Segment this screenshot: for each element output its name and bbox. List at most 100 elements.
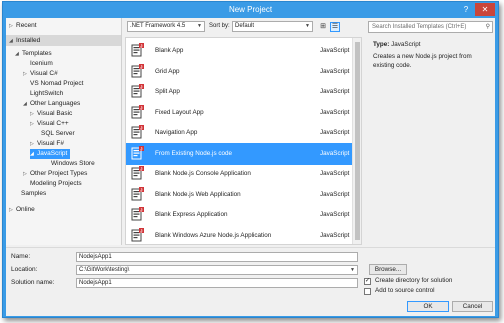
tree-item-visual-cpp[interactable]: ▷ Visual C++ <box>30 119 69 129</box>
template-name: Blank App <box>155 47 184 54</box>
add-source-control-checkbox[interactable] <box>364 288 371 295</box>
tree-item-sql-server[interactable]: SQL Server <box>41 129 75 139</box>
template-description: Creates a new Node.js project from exist… <box>373 53 472 69</box>
template-list: J Blank App JavaScript J Grid App JavaScript J… <box>125 37 362 245</box>
project-template-icon: J <box>131 125 145 140</box>
tree-item-templates[interactable]: ◢ Templates <box>15 49 52 59</box>
template-language: JavaScript <box>320 88 350 95</box>
template-language: JavaScript <box>320 149 350 157</box>
template-name: Blank Windows Azure Node.js Application <box>155 231 272 239</box>
template-name: From Existing Node.js code <box>155 149 232 157</box>
template-name: Grid App <box>155 67 180 75</box>
template-row[interactable]: J Navigation App JavaScript <box>126 122 352 144</box>
search-input[interactable]: Search Installed Templates (Ctrl+E) ⚲ <box>368 21 493 33</box>
template-row[interactable]: J Grid App JavaScript <box>126 61 352 83</box>
scrollbar-thumb[interactable] <box>355 42 360 240</box>
expand-arrow-icon[interactable]: ▷ <box>30 119 37 129</box>
project-template-icon: J <box>131 104 145 120</box>
sort-dropdown[interactable]: Default ▼ <box>232 21 313 32</box>
expand-arrow-icon[interactable]: ▷ <box>9 21 16 31</box>
project-template-icon: J <box>131 227 145 243</box>
tree-item-visual-cs[interactable]: ▷ Visual C# <box>23 69 58 79</box>
tree-item-javascript[interactable]: ◢ JavaScript <box>30 149 71 159</box>
dialog-body: ▷ Recent ◢ Installed ◢ Templates Icenium ▷ V… <box>6 18 495 316</box>
solution-name-field[interactable]: NodejsApp1 <box>76 278 358 288</box>
tree-item-modeling-projects[interactable]: Modeling Projects <box>30 179 82 189</box>
tree-item-recent[interactable]: ▷ Recent <box>9 21 37 31</box>
template-language: JavaScript <box>320 231 350 239</box>
title-bar: New Project ? ✕ <box>3 2 498 19</box>
solution-name-label: Solution name: <box>11 279 55 286</box>
collapse-arrow-icon[interactable]: ◢ <box>30 149 37 159</box>
cancel-button[interactable]: Cancel <box>452 301 493 312</box>
tree-item-other-project-types[interactable]: ▷ Other Project Types <box>23 169 87 179</box>
tree-item-windows-store[interactable]: Windows Store <box>51 159 95 169</box>
template-name: Navigation App <box>155 129 198 136</box>
tree-item-visual-basic[interactable]: ▷ Visual Basic <box>30 109 72 119</box>
template-language: JavaScript <box>320 129 350 136</box>
project-template-icon: J <box>131 43 145 58</box>
template-language: JavaScript <box>320 67 350 75</box>
template-language: JavaScript <box>320 170 350 177</box>
medium-icons-view-icon[interactable]: ⊞ <box>318 22 328 32</box>
template-language: JavaScript <box>320 108 350 116</box>
template-row[interactable]: J From Existing Node.js code JavaScript <box>126 142 352 165</box>
template-details: Type: JavaScript Creates a new Node.js p… <box>366 37 495 245</box>
expand-arrow-icon[interactable]: ▷ <box>30 109 37 119</box>
template-row[interactable]: J Blank Windows Azure Node.js Application… <box>126 225 352 245</box>
list-view-icon[interactable]: ☰ <box>330 22 340 32</box>
dialog-title: New Project <box>228 5 273 14</box>
template-language: JavaScript <box>320 190 350 198</box>
project-template-icon: J <box>131 145 145 161</box>
divider <box>6 247 495 248</box>
project-template-icon: J <box>131 63 145 79</box>
browse-button[interactable]: Browse... <box>369 264 407 275</box>
tree-item-other-languages[interactable]: ◢ Other Languages <box>23 99 80 109</box>
project-template-icon: J <box>131 186 145 202</box>
template-language: JavaScript <box>320 47 350 54</box>
ok-button[interactable]: OK <box>407 301 449 312</box>
vertical-scrollbar[interactable] <box>352 38 361 244</box>
template-row[interactable]: J Blank Node.js Console Application JavaSc… <box>126 163 352 185</box>
expand-arrow-icon[interactable]: ▷ <box>9 205 16 215</box>
template-name: Fixed Layout App <box>155 108 204 116</box>
create-directory-checkbox[interactable]: ✓ <box>364 278 371 285</box>
template-row[interactable]: J Blank App JavaScript <box>126 40 352 62</box>
template-row[interactable]: J Blank Express Application JavaScript <box>126 204 352 226</box>
tree-item-samples[interactable]: Samples <box>21 189 46 199</box>
template-row[interactable]: J Split App JavaScript <box>126 81 352 103</box>
tree-item-icenium[interactable]: Icenium <box>30 59 53 69</box>
tree-item-vs-nomad[interactable]: VS Nomad Project <box>30 79 83 89</box>
template-tree: ▷ Recent ◢ Installed ◢ Templates Icenium ▷ V… <box>6 18 122 245</box>
search-icon[interactable]: ⚲ <box>486 22 490 32</box>
template-name: Split App <box>155 88 180 95</box>
help-button[interactable]: ? <box>458 3 474 16</box>
collapse-arrow-icon[interactable]: ◢ <box>15 49 22 59</box>
close-button[interactable]: ✕ <box>475 3 495 16</box>
expand-arrow-icon[interactable]: ▷ <box>23 69 30 79</box>
project-template-icon: J <box>131 166 145 181</box>
new-project-dialog: New Project ? ✕ ▷ Recent ◢ Installed ◢ Temp… <box>2 1 499 318</box>
tree-item-installed[interactable]: ◢ Installed <box>9 36 40 46</box>
expand-arrow-icon[interactable]: ▷ <box>30 139 37 149</box>
sort-by-label: Sort by: <box>209 23 230 29</box>
tree-item-lightswitch[interactable]: LightSwitch <box>30 89 63 99</box>
template-type: Type: JavaScript <box>373 41 421 48</box>
framework-dropdown[interactable]: .NET Framework 4.5 ▼ <box>127 21 205 32</box>
chevron-down-icon[interactable]: ▼ <box>350 266 355 274</box>
template-name: Blank Node.js Web Application <box>155 190 241 198</box>
tree-item-online[interactable]: ▷ Online <box>9 205 35 215</box>
template-row[interactable]: J Blank Node.js Web Application JavaScript <box>126 184 352 206</box>
template-name: Blank Node.js Console Application <box>155 170 251 177</box>
location-label: Location: <box>11 266 38 273</box>
project-template-icon: J <box>131 207 145 222</box>
location-field[interactable]: C:\GitWork\testing\ ▼ <box>76 265 358 275</box>
tree-item-visual-fs[interactable]: ▷ Visual F# <box>30 139 64 149</box>
chevron-down-icon: ▼ <box>197 23 202 29</box>
collapse-arrow-icon[interactable]: ◢ <box>23 99 30 109</box>
collapse-arrow-icon[interactable]: ◢ <box>9 36 16 46</box>
name-field[interactable]: NodejsApp1 <box>76 252 358 262</box>
template-row[interactable]: J Fixed Layout App JavaScript <box>126 102 352 124</box>
add-source-control-label: Add to source control <box>375 287 435 294</box>
expand-arrow-icon[interactable]: ▷ <box>23 169 30 179</box>
